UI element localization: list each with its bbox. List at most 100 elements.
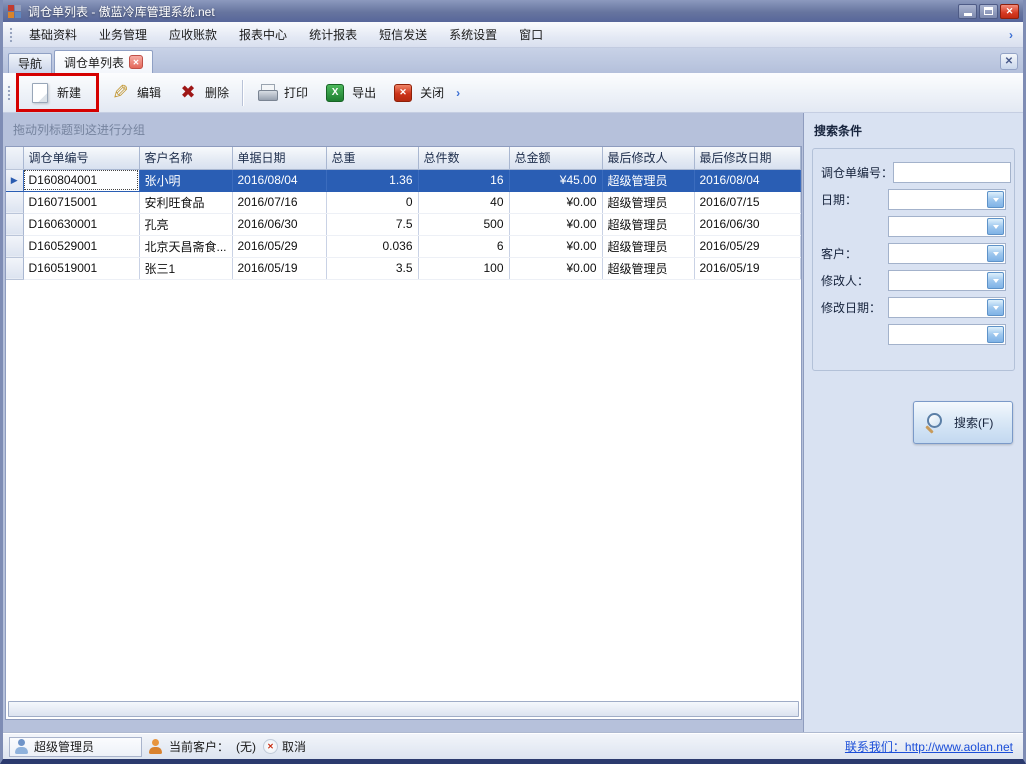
grid-cell[interactable]: 2016/07/15 xyxy=(694,191,801,213)
menu-item[interactable]: 统计报表 xyxy=(298,22,368,47)
grid-cell[interactable]: 3.5 xyxy=(326,257,418,279)
chevron-down-icon[interactable] xyxy=(987,299,1004,316)
menu-overflow-chevron-icon[interactable]: › xyxy=(1004,28,1018,42)
grid-cell[interactable]: 超级管理员 xyxy=(602,191,694,213)
menu-item[interactable]: 窗口 xyxy=(508,22,554,47)
column-header[interactable]: 最后修改日期 xyxy=(694,147,801,169)
grid-cell[interactable]: 超级管理员 xyxy=(602,257,694,279)
column-header[interactable]: 最后修改人 xyxy=(602,147,694,169)
modified-date-from-dropdown[interactable] xyxy=(888,297,1006,318)
grid-cell[interactable]: 7.5 xyxy=(326,213,418,235)
print-button[interactable]: 打印 xyxy=(248,79,316,107)
toolbar-overflow-chevron-icon[interactable]: › xyxy=(452,86,464,100)
grid-cell[interactable]: ¥0.00 xyxy=(509,235,602,257)
chevron-down-icon[interactable] xyxy=(987,245,1004,262)
menu-item[interactable]: 业务管理 xyxy=(88,22,158,47)
new-button[interactable]: 新建 xyxy=(21,79,89,107)
tab-close-icon[interactable] xyxy=(129,55,143,69)
grid-cell[interactable]: 2016/05/29 xyxy=(232,235,326,257)
contact-link[interactable]: 联系我们：http://www.aolan.net xyxy=(845,738,1013,755)
grid-cell[interactable]: 2016/08/04 xyxy=(694,169,801,191)
search-button[interactable]: 搜索(F) xyxy=(913,401,1013,444)
delete-button[interactable]: 删除 xyxy=(169,79,237,107)
grid-cell[interactable]: ¥45.00 xyxy=(509,169,602,191)
grid-cell[interactable]: 孔亮 xyxy=(139,213,232,235)
grid-horizontal-scrollbar[interactable] xyxy=(8,701,799,717)
table-row[interactable]: ▶D160804001张小明2016/08/041.3616¥45.00超级管理… xyxy=(6,169,801,191)
chevron-down-icon[interactable] xyxy=(987,272,1004,289)
table-row[interactable]: D160519001张三12016/05/193.5100¥0.00超级管理员2… xyxy=(6,257,801,279)
column-header[interactable]: 总件数 xyxy=(418,147,509,169)
chevron-down-icon[interactable] xyxy=(987,191,1004,208)
edit-button[interactable]: 编辑 xyxy=(101,79,169,107)
toolbar-grip-icon[interactable] xyxy=(7,85,12,101)
grid-cell[interactable]: 北京天昌斋食... xyxy=(139,235,232,257)
grid-cell[interactable]: 0 xyxy=(326,191,418,213)
customer-icon xyxy=(149,739,162,754)
grid-cell[interactable]: D160630001 xyxy=(23,213,139,235)
menu-item[interactable]: 系统设置 xyxy=(438,22,508,47)
chevron-down-icon[interactable] xyxy=(987,218,1004,235)
grid-cell[interactable]: 张小明 xyxy=(139,169,232,191)
grid-cell[interactable]: 2016/08/04 xyxy=(232,169,326,191)
modifier-dropdown[interactable] xyxy=(888,270,1006,291)
column-header[interactable]: 客户名称 xyxy=(139,147,232,169)
row-indicator-cell xyxy=(6,235,23,257)
grid-cell[interactable]: ¥0.00 xyxy=(509,257,602,279)
grid-cell[interactable]: D160519001 xyxy=(23,257,139,279)
table-row[interactable]: D160529001北京天昌斋食...2016/05/290.0366¥0.00… xyxy=(6,235,801,257)
date-from-dropdown[interactable] xyxy=(888,189,1006,210)
grid-cell[interactable]: 超级管理员 xyxy=(602,235,694,257)
grid-cell[interactable]: ¥0.00 xyxy=(509,191,602,213)
grid-cell[interactable]: 100 xyxy=(418,257,509,279)
grid-cell[interactable]: 2016/05/19 xyxy=(694,257,801,279)
column-header[interactable]: 调仓单编号 xyxy=(23,147,139,169)
group-by-panel[interactable]: 拖动列标题到这进行分组 xyxy=(3,113,803,146)
close-window-button[interactable]: ✕ xyxy=(1000,4,1019,19)
tabstrip-close-button[interactable]: ✕ xyxy=(1000,53,1018,70)
grid-cell[interactable]: 安利旺食品 xyxy=(139,191,232,213)
table-row[interactable]: D160715001安利旺食品2016/07/16040¥0.00超级管理员20… xyxy=(6,191,801,213)
modified-date-to-dropdown[interactable] xyxy=(888,324,1006,345)
grid-cell[interactable]: 2016/07/16 xyxy=(232,191,326,213)
column-header[interactable]: 总重 xyxy=(326,147,418,169)
cancel-customer-button[interactable]: 取消 xyxy=(263,738,306,755)
grid-cell[interactable]: 0.036 xyxy=(326,235,418,257)
column-header[interactable]: 单据日期 xyxy=(232,147,326,169)
tab-active[interactable]: 调仓单列表 xyxy=(54,50,153,73)
current-user-box: 超级管理员 xyxy=(9,737,142,757)
grid-cell[interactable]: 500 xyxy=(418,213,509,235)
grid-cell[interactable]: 超级管理员 xyxy=(602,169,694,191)
grid-cell[interactable]: D160529001 xyxy=(23,235,139,257)
grid-cell[interactable]: 超级管理员 xyxy=(602,213,694,235)
close-button[interactable]: 关闭 xyxy=(384,79,452,107)
menu-item[interactable]: 报表中心 xyxy=(228,22,298,47)
menu-item[interactable]: 应收账款 xyxy=(158,22,228,47)
chevron-down-icon[interactable] xyxy=(987,326,1004,343)
grid-cell[interactable]: 2016/06/30 xyxy=(694,213,801,235)
column-header[interactable]: 总金额 xyxy=(509,147,602,169)
grid-cell[interactable]: 2016/05/19 xyxy=(232,257,326,279)
grid-cell[interactable]: 2016/05/29 xyxy=(694,235,801,257)
grid-cell[interactable]: 1.36 xyxy=(326,169,418,191)
order-no-input[interactable] xyxy=(893,162,1011,183)
grid-cell[interactable]: 张三1 xyxy=(139,257,232,279)
maximize-button[interactable] xyxy=(979,4,998,19)
export-button[interactable]: 导出 xyxy=(316,79,384,107)
grid-cell[interactable]: 16 xyxy=(418,169,509,191)
menu-grip-icon[interactable] xyxy=(9,27,14,43)
table-row[interactable]: D160630001孔亮2016/06/307.5500¥0.00超级管理员20… xyxy=(6,213,801,235)
grid-cell[interactable]: D160804001 xyxy=(23,169,139,191)
customer-dropdown[interactable] xyxy=(888,243,1006,264)
date-to-dropdown[interactable] xyxy=(888,216,1006,237)
grid-cell[interactable]: 2016/06/30 xyxy=(232,213,326,235)
tab-inactive[interactable]: 导航 xyxy=(8,53,52,73)
grid-cell[interactable]: ¥0.00 xyxy=(509,213,602,235)
toolbar-button-label: 关闭 xyxy=(420,84,444,101)
grid-cell[interactable]: D160715001 xyxy=(23,191,139,213)
menu-item[interactable]: 基础资料 xyxy=(18,22,88,47)
minimize-button[interactable] xyxy=(958,4,977,19)
grid-cell[interactable]: 40 xyxy=(418,191,509,213)
grid-cell[interactable]: 6 xyxy=(418,235,509,257)
menu-item[interactable]: 短信发送 xyxy=(368,22,438,47)
